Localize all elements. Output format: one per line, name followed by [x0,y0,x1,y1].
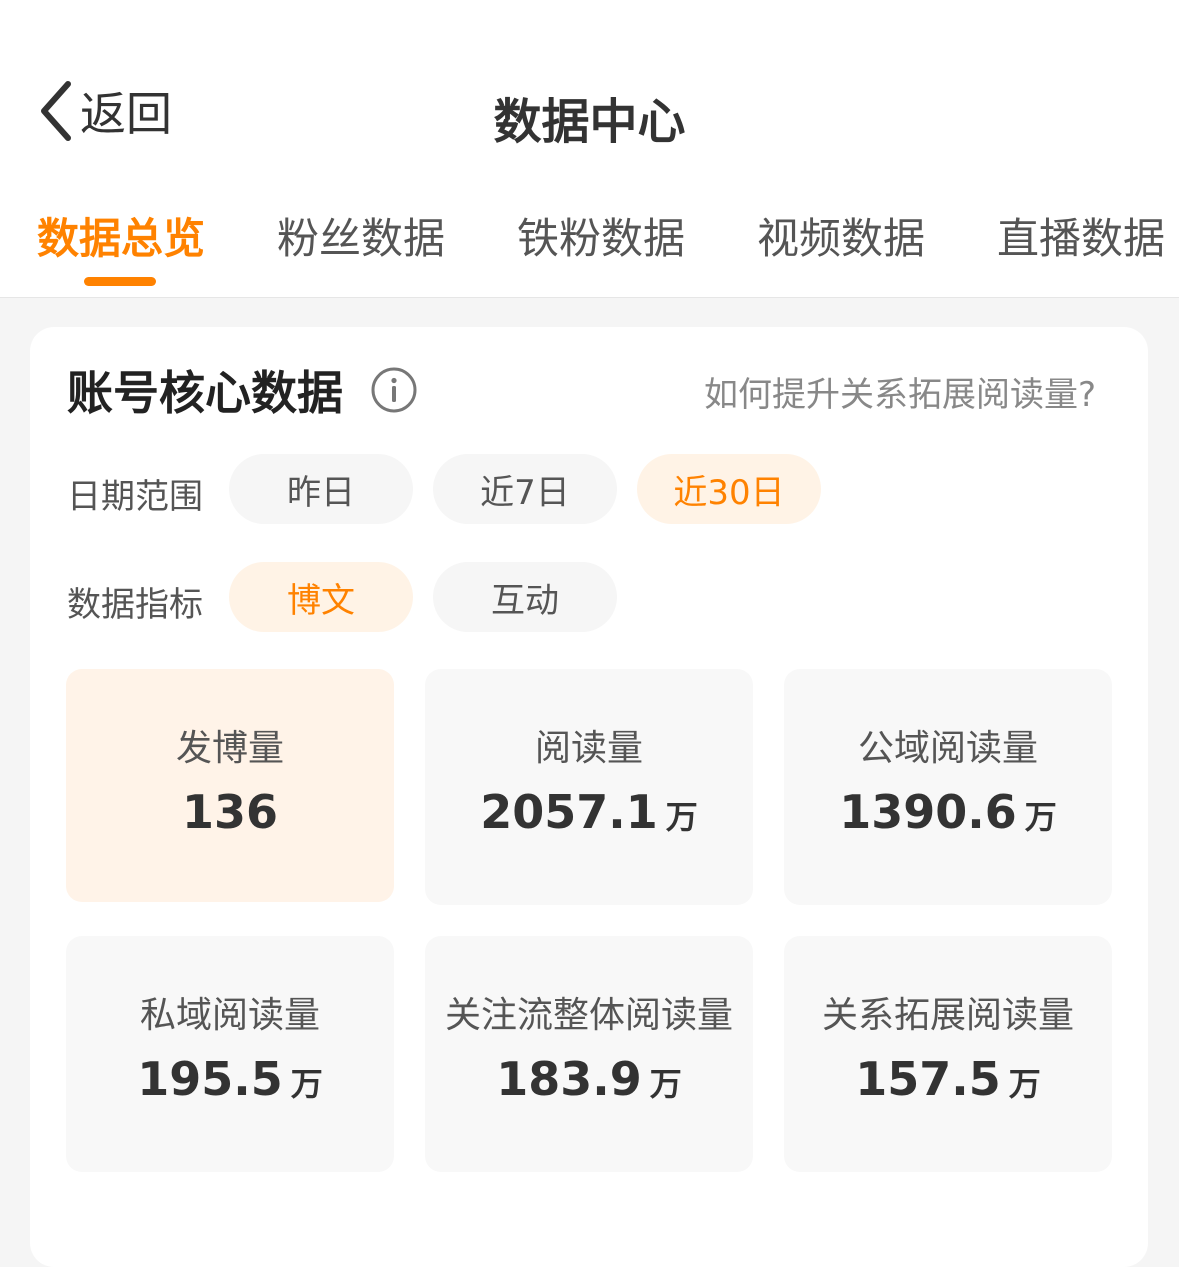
metric-value: 157.5 万 [855,1052,1041,1106]
metric-value: 2057.1 万 [480,785,698,839]
tab-live[interactable]: 直播数据 [997,205,1165,266]
header: 返回 数据中心 数据总览 粉丝数据 铁粉数据 视频数据 直播数据 [0,0,1179,298]
date-range-label: 日期范围 [67,477,203,517]
help-link[interactable]: 如何提升关系拓展阅读量? [704,367,1096,416]
date-option-7-days[interactable]: 近7日 [433,454,617,524]
metric-value: 195.5 万 [137,1052,323,1106]
metric-value: 1390.6 万 [839,785,1057,839]
tab-video[interactable]: 视频数据 [757,205,925,266]
metric-posts[interactable]: 发博量 136 [66,669,394,902]
metric-public-reads[interactable]: 公域阅读量 1390.6 万 [784,669,1112,905]
metric-unit: 万 [290,1065,323,1103]
metric-label: 关注流整体阅读量 [444,995,733,1036]
info-icon[interactable] [370,366,418,414]
metric-label: 关系拓展阅读量 [821,995,1074,1036]
date-option-yesterday[interactable]: 昨日 [229,454,413,524]
card-title: 账号核心数据 [67,366,343,420]
metric-relationship-reads[interactable]: 关系拓展阅读量 157.5 万 [784,936,1112,1172]
metric-option-interaction[interactable]: 互动 [433,562,617,632]
metric-option-posts[interactable]: 博文 [229,562,413,632]
tab-iron-fans[interactable]: 铁粉数据 [517,205,685,266]
page-title: 数据中心 [493,94,686,150]
metric-unit: 万 [1024,798,1057,836]
tab-overview[interactable]: 数据总览 [37,205,205,266]
date-option-30-days[interactable]: 近30日 [637,454,821,524]
metric-follow-feed-reads[interactable]: 关注流整体阅读量 183.9 万 [425,936,753,1172]
tab-fans[interactable]: 粉丝数据 [277,205,445,266]
metric-type-label: 数据指标 [67,585,203,625]
metric-label: 私域阅读量 [139,995,320,1036]
metric-label: 发博量 [175,728,284,769]
metric-label: 阅读量 [534,728,643,769]
active-tab-indicator [84,277,156,286]
metric-private-reads[interactable]: 私域阅读量 195.5 万 [66,936,394,1172]
tab-bar: 数据总览 粉丝数据 铁粉数据 视频数据 直播数据 [0,205,1179,295]
metric-unit: 万 [665,798,698,836]
metric-label: 公域阅读量 [857,728,1038,769]
core-data-card: 账号核心数据 如何提升关系拓展阅读量? 日期范围 昨日 近7日 近30日 数据指… [30,327,1148,1267]
metric-reads[interactable]: 阅读量 2057.1 万 [425,669,753,905]
metric-value: 183.9 万 [496,1052,682,1106]
metric-unit: 万 [1008,1065,1041,1103]
metric-value: 136 [181,785,279,839]
metric-unit: 万 [649,1065,682,1103]
